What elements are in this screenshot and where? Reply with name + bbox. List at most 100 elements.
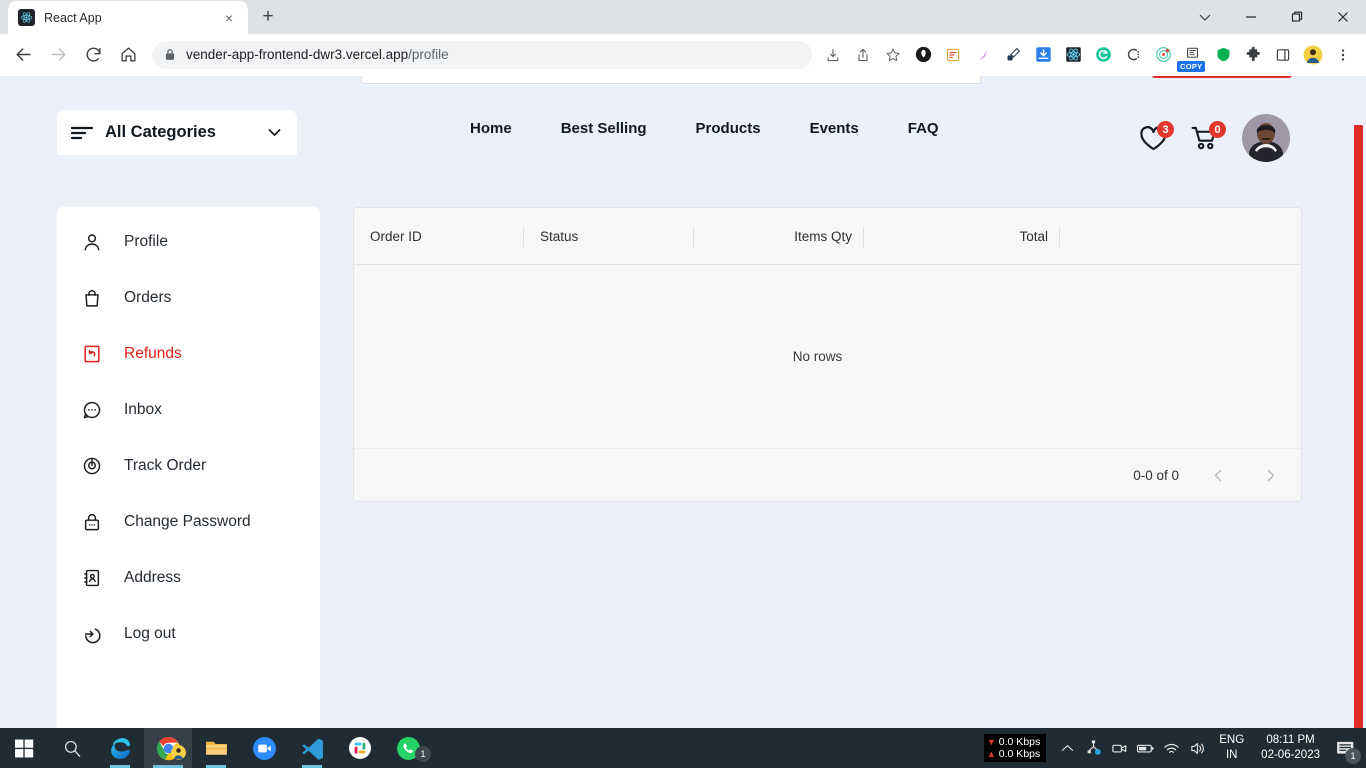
language-indicator[interactable]: ENG IN bbox=[1210, 733, 1253, 763]
install-icon[interactable] bbox=[820, 42, 846, 68]
browser-tab[interactable]: React App × bbox=[8, 1, 248, 34]
nav-link-home[interactable]: Home bbox=[470, 120, 512, 137]
table-body: No rows bbox=[354, 265, 1301, 448]
gradient-extension-icon[interactable] bbox=[970, 42, 996, 68]
main-navigation: Home Best Selling Products Events FAQ bbox=[470, 120, 939, 137]
upload-arrow-icon: ▲ bbox=[986, 749, 996, 759]
nav-link-best-selling[interactable]: Best Selling bbox=[561, 120, 647, 137]
kebab-menu-icon[interactable] bbox=[1330, 42, 1356, 68]
network-hub-icon[interactable] bbox=[1080, 728, 1106, 768]
wishlist-button[interactable]: 3 bbox=[1138, 121, 1174, 153]
battery-icon[interactable] bbox=[1132, 728, 1158, 768]
nav-link-events[interactable]: Events bbox=[810, 120, 859, 137]
sidebar-item-track-order[interactable]: Track Order bbox=[57, 438, 320, 494]
chevron-down-icon[interactable] bbox=[266, 124, 283, 141]
profile-avatar-icon[interactable] bbox=[1300, 42, 1326, 68]
taskbar-app-chrome[interactable] bbox=[144, 728, 192, 768]
brave-icon[interactable] bbox=[910, 42, 936, 68]
sidebar-item-address[interactable]: Address bbox=[57, 550, 320, 606]
wifi-icon[interactable] bbox=[1158, 728, 1184, 768]
browser-titlebar: React App × + bbox=[0, 0, 1366, 34]
search-input[interactable] bbox=[361, 76, 981, 84]
column-header-status[interactable]: Status bbox=[524, 208, 694, 265]
column-divider[interactable] bbox=[1059, 226, 1060, 247]
taskbar-app-whatsapp[interactable]: 1 bbox=[384, 728, 432, 768]
home-icon[interactable] bbox=[113, 40, 143, 70]
camera-icon[interactable] bbox=[1106, 728, 1132, 768]
vscode-icon bbox=[301, 738, 323, 760]
sidebar-item-inbox[interactable]: Inbox bbox=[57, 382, 320, 438]
address-bar[interactable]: vender-app-frontend-dwr3.vercel.app/prof… bbox=[152, 40, 812, 69]
column-label: Status bbox=[540, 228, 579, 244]
search-button[interactable] bbox=[48, 728, 96, 768]
taskbar-app-file-explorer[interactable] bbox=[192, 728, 240, 768]
bookmark-star-icon[interactable] bbox=[880, 42, 906, 68]
react-devtools-icon[interactable] bbox=[1060, 42, 1086, 68]
bag-icon bbox=[81, 287, 103, 309]
clock-time: 08:11 PM bbox=[1266, 734, 1315, 746]
chrome-profile-avatar bbox=[171, 745, 186, 760]
sidebar-item-label: Refunds bbox=[124, 345, 182, 362]
column-label: Order ID bbox=[370, 228, 422, 244]
column-header-total[interactable]: Total bbox=[864, 208, 1060, 265]
avatar[interactable] bbox=[1242, 114, 1290, 162]
sidepanel-icon[interactable] bbox=[1270, 42, 1296, 68]
minimize-icon[interactable] bbox=[1228, 0, 1274, 34]
clock[interactable]: 08:11 PM 02-06-2023 bbox=[1253, 733, 1328, 763]
taskbar-app-zoom[interactable] bbox=[240, 728, 288, 768]
tab-search-icon[interactable] bbox=[1182, 0, 1228, 34]
sidebar-item-label: Orders bbox=[124, 289, 172, 306]
grammarly-icon[interactable] bbox=[1090, 42, 1116, 68]
start-button[interactable] bbox=[0, 728, 48, 768]
maximize-icon[interactable] bbox=[1274, 0, 1320, 34]
notification-center-button[interactable]: 1 bbox=[1328, 728, 1362, 768]
new-tab-button[interactable]: + bbox=[254, 3, 282, 31]
forward-icon[interactable] bbox=[43, 40, 73, 70]
toolbar-icons: COPY bbox=[818, 42, 1358, 72]
share-icon[interactable] bbox=[850, 42, 876, 68]
user-icon bbox=[81, 231, 103, 253]
page-scrollbar[interactable] bbox=[1354, 76, 1363, 728]
table-header-row: Order ID Status Items Qty Total bbox=[354, 208, 1301, 265]
language-line1: ENG bbox=[1219, 734, 1245, 746]
back-icon[interactable] bbox=[8, 40, 38, 70]
pagination-next-button[interactable] bbox=[1257, 462, 1283, 488]
chevron-up-icon[interactable] bbox=[1054, 728, 1080, 768]
nav-link-faq[interactable]: FAQ bbox=[908, 120, 939, 137]
notes-extension-icon[interactable] bbox=[940, 42, 966, 68]
reload-icon[interactable] bbox=[78, 40, 108, 70]
cart-button[interactable]: 0 bbox=[1190, 121, 1226, 153]
sidebar-item-change-password[interactable]: Change Password bbox=[57, 494, 320, 550]
become-seller-button[interactable] bbox=[1152, 76, 1292, 78]
eyedropper-icon[interactable] bbox=[1000, 42, 1026, 68]
address-book-icon bbox=[81, 567, 103, 589]
download-manager-icon[interactable] bbox=[1030, 42, 1056, 68]
puzzle-extensions-icon[interactable] bbox=[1240, 42, 1266, 68]
taskbar-app-vscode[interactable] bbox=[288, 728, 336, 768]
close-window-icon[interactable] bbox=[1320, 0, 1366, 34]
sidebar-item-profile[interactable]: Profile bbox=[57, 214, 320, 270]
taskbar-app-slack[interactable] bbox=[336, 728, 384, 768]
sidebar-item-logout[interactable]: Log out bbox=[57, 606, 320, 662]
folder-icon bbox=[205, 741, 227, 755]
column-header-order-id[interactable]: Order ID bbox=[354, 208, 524, 265]
c-extension-icon[interactable] bbox=[1120, 42, 1146, 68]
column-header-items-qty[interactable]: Items Qty bbox=[694, 208, 864, 265]
scrollbar-thumb[interactable] bbox=[1354, 125, 1363, 728]
all-categories-dropdown[interactable]: All Categories bbox=[57, 110, 297, 155]
shield-extension-icon[interactable] bbox=[1210, 42, 1236, 68]
sidebar-item-orders[interactable]: Orders bbox=[57, 270, 320, 326]
copy-extension-icon[interactable]: COPY bbox=[1177, 42, 1206, 72]
pagination-prev-button[interactable] bbox=[1205, 462, 1231, 488]
chat-bubble-icon bbox=[81, 399, 103, 421]
network-speed-meter[interactable]: ▼ 0.0 Kbps ▲ 0.0 Kbps bbox=[983, 734, 1047, 762]
close-icon[interactable]: × bbox=[220, 9, 238, 27]
volume-icon[interactable] bbox=[1184, 728, 1210, 768]
sidebar-item-label: Log out bbox=[124, 625, 176, 642]
url-host: vender-app-frontend-dwr3.vercel.app bbox=[186, 47, 409, 62]
wishlist-count-badge: 3 bbox=[1157, 121, 1174, 138]
target-extension-icon[interactable] bbox=[1150, 42, 1176, 68]
sidebar-item-refunds[interactable]: Refunds bbox=[57, 326, 320, 382]
taskbar-app-edge[interactable] bbox=[96, 728, 144, 768]
nav-link-products[interactable]: Products bbox=[696, 120, 761, 137]
